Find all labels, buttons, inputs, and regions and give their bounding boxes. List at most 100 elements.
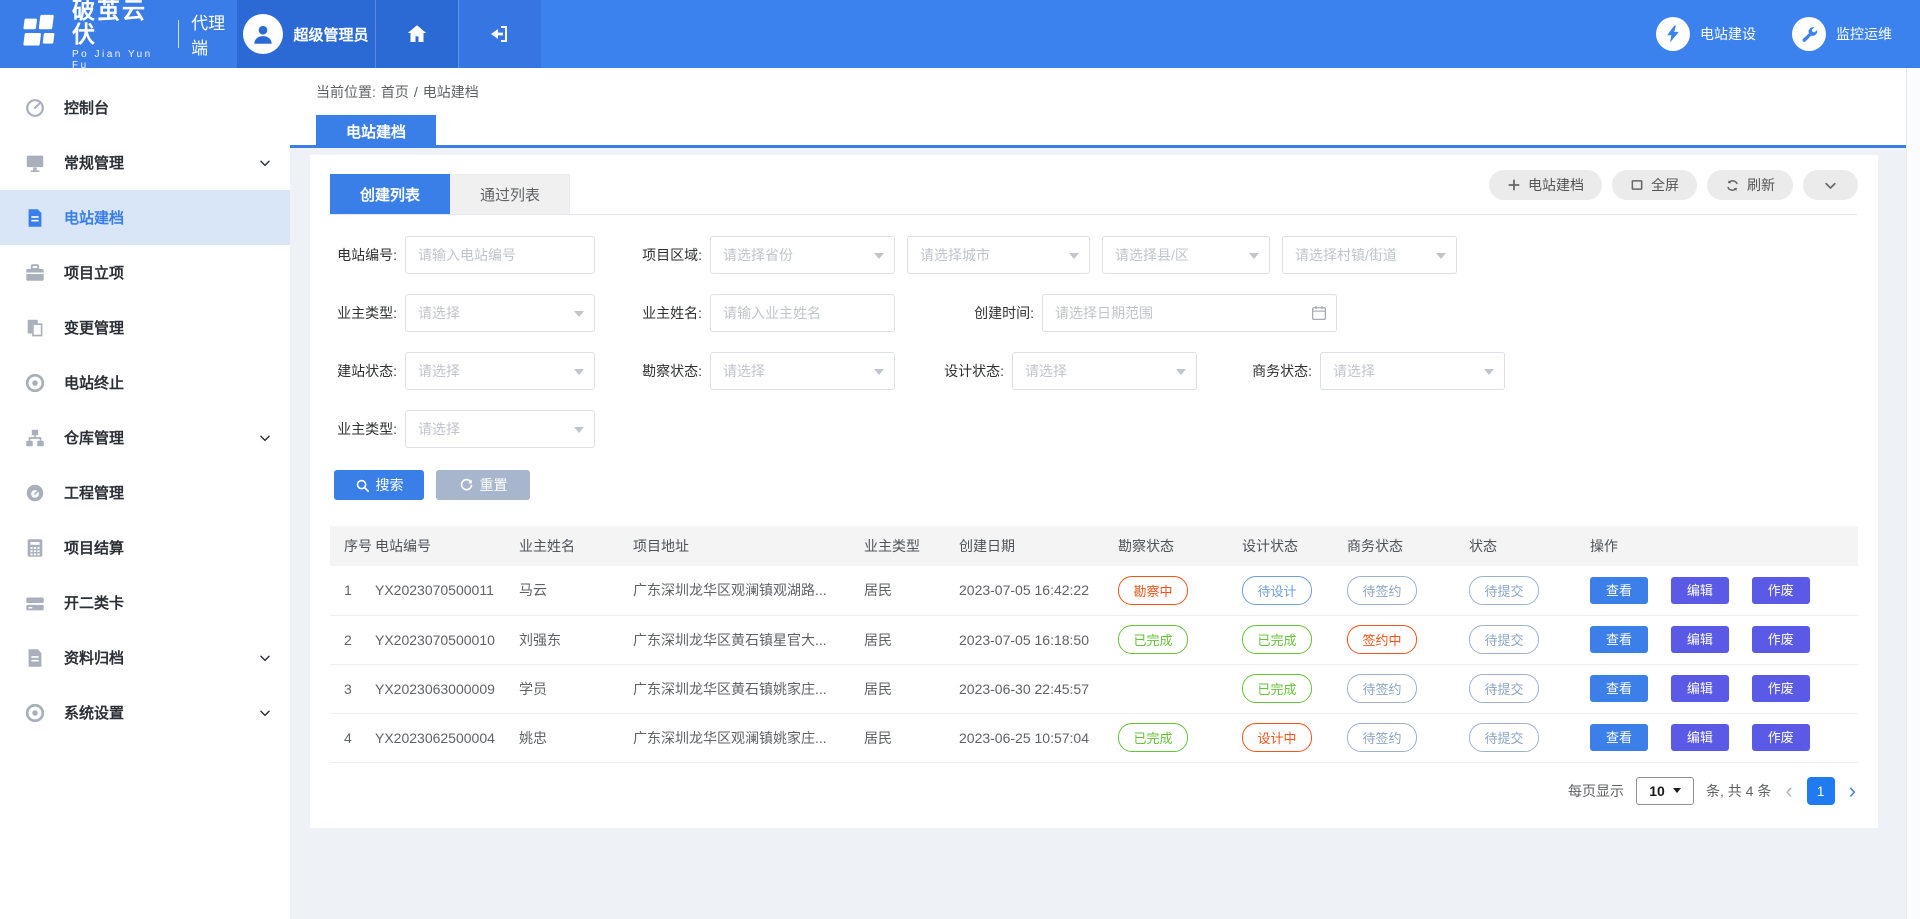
- sidebar-item-change-mgmt[interactable]: 变更管理: [0, 300, 290, 355]
- scrollbar-track[interactable]: [1906, 68, 1920, 919]
- date-range-picker[interactable]: [1042, 294, 1337, 332]
- fullscreen-button[interactable]: 全屏: [1612, 170, 1697, 200]
- edit-button[interactable]: 编辑: [1671, 724, 1729, 751]
- user-icon: [250, 21, 276, 47]
- caret-down-icon: [574, 311, 584, 317]
- status-badge: 待设计: [1242, 576, 1312, 605]
- void-button[interactable]: 作废: [1752, 626, 1810, 653]
- reset-button[interactable]: 重置: [436, 470, 530, 500]
- owner-name-input[interactable]: [710, 294, 895, 332]
- status-badge: 待签约: [1347, 576, 1417, 605]
- collapse-toolbar-button[interactable]: [1803, 170, 1858, 200]
- col-actions: 操作: [1590, 526, 1858, 566]
- home-button[interactable]: [375, 0, 458, 68]
- void-button[interactable]: 作废: [1752, 577, 1810, 604]
- owner-type2-label: 业主类型:: [330, 419, 405, 439]
- header-right-nav: 电站建设 监控运维: [1656, 0, 1920, 68]
- caret-down-icon: [574, 427, 584, 433]
- search-icon: [355, 478, 370, 493]
- county-select[interactable]: 请选择县/区: [1102, 236, 1270, 274]
- content-panel: 创建列表 通过列表 电站建档 全屏 刷新: [310, 155, 1878, 828]
- card-icon: [24, 592, 46, 614]
- sidebar-item-station-termination[interactable]: 电站终止: [0, 355, 290, 410]
- col-status: 状态: [1469, 526, 1590, 566]
- status-badge: 已完成: [1242, 625, 1312, 654]
- edit-button[interactable]: 编辑: [1671, 626, 1729, 653]
- total-count-label: 条, 共 4 条: [1706, 781, 1771, 801]
- user-menu[interactable]: 超级管理员: [237, 0, 375, 68]
- chevron-down-icon: [1823, 178, 1838, 193]
- sidebar-item-system-settings[interactable]: 系统设置: [0, 685, 290, 740]
- sidebar-item-data-archive[interactable]: 资料归档: [0, 630, 290, 685]
- col-address: 项目地址: [633, 526, 864, 566]
- page-tab-bar: 电站建档: [290, 115, 1920, 148]
- nav-station-build[interactable]: 电站建设: [1656, 17, 1756, 51]
- owner-type-label: 业主类型:: [330, 303, 405, 323]
- chevron-down-icon: [258, 651, 272, 665]
- col-survey-status: 勘察状态: [1118, 526, 1242, 566]
- page-tab-station-archive[interactable]: 电站建档: [316, 115, 436, 148]
- sidebar-item-general-mgmt[interactable]: 常规管理: [0, 135, 290, 190]
- void-button[interactable]: 作废: [1752, 724, 1810, 751]
- sidebar-item-engineering-mgmt[interactable]: 工程管理: [0, 465, 290, 520]
- view-button[interactable]: 查看: [1590, 675, 1648, 702]
- survey-status-select[interactable]: 请选择: [710, 352, 895, 390]
- logo-section: 破茧云伏 Po Jian Yun Fu 代理端: [0, 0, 237, 68]
- next-page-button[interactable]: ›: [1847, 780, 1858, 802]
- divider: [178, 20, 179, 48]
- sidebar-item-warehouse-mgmt[interactable]: 仓库管理: [0, 410, 290, 465]
- lightning-icon: [1663, 24, 1683, 44]
- home-icon: [405, 22, 429, 46]
- sidebar-item-open-class2-card[interactable]: 开二类卡: [0, 575, 290, 630]
- breadcrumb-home[interactable]: 首页: [381, 82, 409, 102]
- view-button[interactable]: 查看: [1590, 626, 1648, 653]
- design-status-select[interactable]: 请选择: [1012, 352, 1197, 390]
- sidebar-item-station-archive[interactable]: 电站建档: [0, 190, 290, 245]
- archive-icon: [24, 647, 46, 669]
- survey-status-label: 勘察状态:: [635, 361, 710, 381]
- caret-down-icon: [1176, 369, 1186, 375]
- view-button[interactable]: 查看: [1590, 577, 1648, 604]
- void-button[interactable]: 作废: [1752, 675, 1810, 702]
- per-page-select[interactable]: 10: [1636, 777, 1694, 805]
- add-station-button[interactable]: 电站建档: [1489, 170, 1602, 200]
- tab-create-list[interactable]: 创建列表: [330, 174, 450, 214]
- breadcrumb-prefix: 当前位置:: [316, 82, 376, 102]
- province-select[interactable]: 请选择省份: [710, 236, 895, 274]
- caret-down-icon: [1673, 788, 1681, 793]
- page-number-button[interactable]: 1: [1807, 777, 1835, 805]
- brand-title: 破茧云伏: [72, 0, 164, 46]
- refresh-button[interactable]: 刷新: [1707, 170, 1793, 200]
- breadcrumb-current: 电站建档: [423, 82, 479, 102]
- sidebar-item-project-initiation[interactable]: 项目立项: [0, 245, 290, 300]
- city-select[interactable]: 请选择城市: [907, 236, 1090, 274]
- tab-passed-list[interactable]: 通过列表: [450, 174, 570, 214]
- region-label: 项目区域:: [635, 245, 710, 265]
- business-status-select[interactable]: 请选择: [1320, 352, 1505, 390]
- status-badge: 已完成: [1242, 674, 1312, 703]
- logout-button[interactable]: [458, 0, 541, 68]
- build-status-select[interactable]: 请选择: [405, 352, 595, 390]
- town-select[interactable]: 请选择村镇/街道: [1282, 236, 1457, 274]
- business-status-label: 商务状态:: [1245, 361, 1320, 381]
- create-time-label: 创建时间:: [967, 303, 1042, 323]
- list-tabs: 创建列表 通过列表: [330, 174, 570, 214]
- owner-type-select[interactable]: 请选择: [405, 294, 595, 332]
- nav-monitor-ops-label: 监控运维: [1836, 24, 1892, 44]
- owner-type2-select[interactable]: 请选择: [405, 410, 595, 448]
- chevron-down-icon: [258, 431, 272, 445]
- prev-page-button[interactable]: ‹: [1783, 780, 1794, 802]
- station-code-input[interactable]: [405, 236, 595, 274]
- avatar: [243, 14, 283, 54]
- nav-monitor-ops[interactable]: 监控运维: [1792, 17, 1892, 51]
- sidebar-item-project-settlement[interactable]: 项目结算: [0, 520, 290, 575]
- status-badge: 签约中: [1347, 625, 1417, 654]
- date-range-input[interactable]: [1042, 294, 1337, 332]
- sidebar-item-console[interactable]: 控制台: [0, 80, 290, 135]
- reset-icon: [459, 478, 474, 493]
- search-button[interactable]: 搜索: [334, 470, 424, 500]
- view-button[interactable]: 查看: [1590, 724, 1648, 751]
- app-header: 破茧云伏 Po Jian Yun Fu 代理端 超级管理员: [0, 0, 1920, 68]
- edit-button[interactable]: 编辑: [1671, 577, 1729, 604]
- edit-button[interactable]: 编辑: [1671, 675, 1729, 702]
